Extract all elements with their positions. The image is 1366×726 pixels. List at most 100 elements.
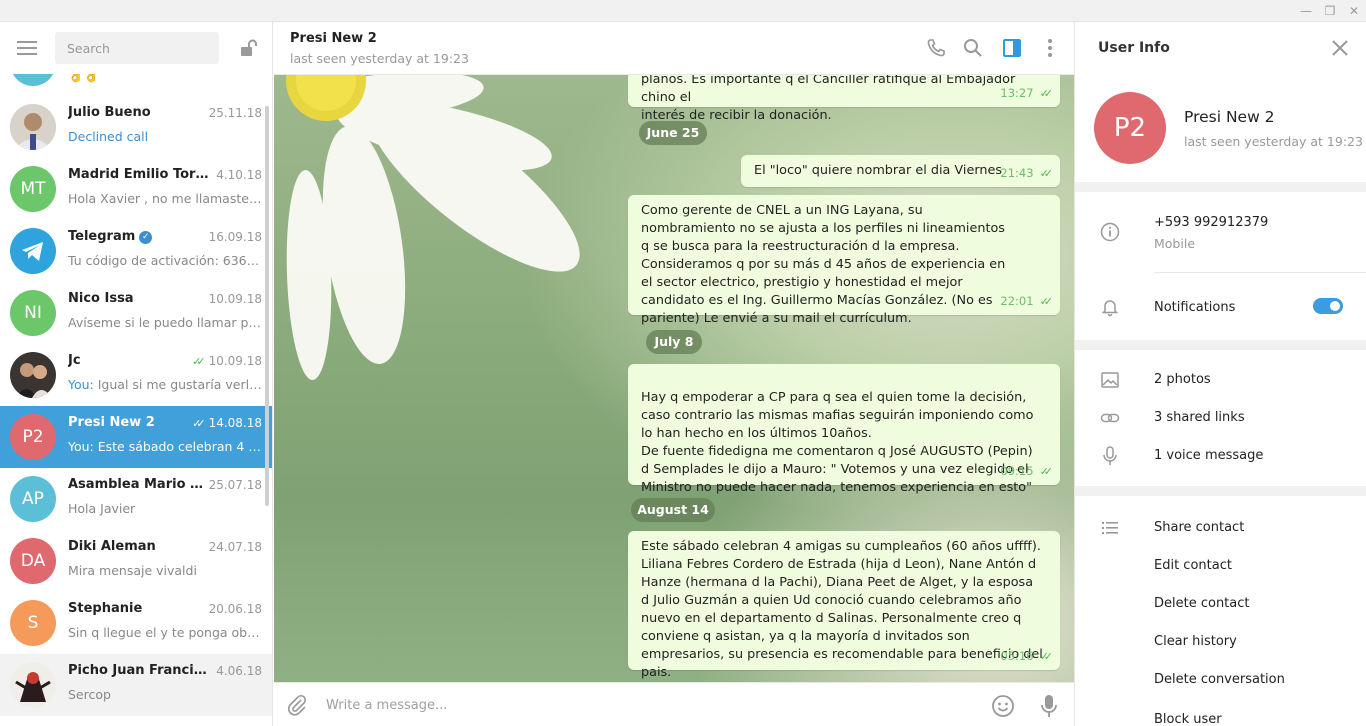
chat-item[interactable]: Picho Juan Francisco 4.06.18 Sercop bbox=[0, 654, 272, 716]
photo-icon bbox=[1101, 372, 1119, 388]
voice-messages-link[interactable]: 1 voice message bbox=[1154, 448, 1263, 463]
read-check-icon: ✓✓ bbox=[192, 417, 206, 430]
profile-avatar[interactable]: P2 bbox=[1094, 92, 1166, 164]
restore-icon[interactable]: ❐ bbox=[1318, 0, 1342, 22]
chat-preview: You: Este sábado celebran 4 a... bbox=[68, 439, 264, 454]
link-icon bbox=[1100, 413, 1120, 423]
window-titlebar: — ❐ ✕ bbox=[0, 0, 1366, 22]
chat-name: Telegram ✓ bbox=[68, 229, 153, 244]
info-panel-title: User Info bbox=[1098, 40, 1170, 56]
profile-status: last seen yesterday at 19:23 bbox=[1184, 134, 1363, 149]
message-input[interactable] bbox=[326, 693, 966, 717]
notifications-toggle[interactable] bbox=[1313, 298, 1343, 314]
more-vertical-icon[interactable] bbox=[1039, 37, 1061, 59]
chat-name: Presi New 2 bbox=[68, 415, 155, 430]
bell-icon bbox=[1101, 300, 1119, 317]
chat-name: Stephanie bbox=[68, 601, 143, 616]
delete-conversation-button[interactable]: Delete conversation bbox=[1154, 672, 1285, 687]
attach-icon[interactable] bbox=[286, 694, 308, 716]
read-check-icon: ✓✓ bbox=[1039, 87, 1054, 100]
chat-preview: Hola Xavier , no me llamaste y ... bbox=[68, 191, 264, 206]
avatar: AP bbox=[10, 476, 56, 522]
shared-links-link[interactable]: 3 shared links bbox=[1154, 410, 1245, 425]
unlock-icon[interactable] bbox=[238, 38, 258, 58]
menu-icon[interactable] bbox=[17, 41, 37, 55]
chat-preview: 👌👌 bbox=[68, 74, 100, 83]
delete-contact-button[interactable]: Delete contact bbox=[1154, 596, 1250, 611]
message-bubble[interactable]: planos. Es importante q el Canciller rat… bbox=[628, 75, 1060, 123]
chat-name: Madrid Emilio Torres bbox=[68, 167, 210, 182]
read-check-icon: ✓✓ bbox=[192, 355, 206, 368]
microphone-icon[interactable] bbox=[1038, 693, 1060, 719]
message-bubble[interactable]: El "loco" quiere nombrar el dia Viernes … bbox=[741, 155, 1060, 187]
avatar bbox=[10, 662, 56, 708]
divider bbox=[1154, 272, 1366, 273]
chat-item[interactable]: NI Nico Issa 10.09.18 Avíseme si le pued… bbox=[0, 282, 272, 344]
notifications-label: Notifications bbox=[1154, 300, 1236, 315]
photos-link[interactable]: 2 photos bbox=[1154, 372, 1211, 387]
chat-preview: Mira mensaje vivaldi bbox=[68, 563, 197, 578]
block-user-button[interactable]: Block user bbox=[1154, 712, 1222, 726]
chat-name: Jc bbox=[68, 353, 81, 368]
sidebar-scrollbar[interactable] bbox=[265, 106, 269, 506]
message-bubble[interactable]: Como gerente de CNEL a un ING Layana, su… bbox=[628, 195, 1060, 326]
chat-item[interactable]: Julio Bueno 25.11.18 Declined call bbox=[0, 96, 272, 158]
phone-icon[interactable] bbox=[925, 37, 947, 59]
read-check-icon: ✓✓ bbox=[1039, 465, 1054, 478]
close-icon[interactable] bbox=[1331, 39, 1349, 57]
avatar: S bbox=[10, 600, 56, 646]
search-input[interactable] bbox=[55, 32, 219, 64]
chat-status: last seen yesterday at 19:23 bbox=[290, 51, 469, 66]
message-bubble[interactable]: Hay q empoderar a CP para q sea el quien… bbox=[628, 364, 1060, 495]
avatar: MT bbox=[10, 166, 56, 212]
chat-item[interactable]: Jc ✓✓ 10.09.18 You: Igual si me gustaría … bbox=[0, 344, 272, 406]
date-divider: August 14 bbox=[631, 498, 715, 522]
chat-preview: Declined call bbox=[68, 129, 149, 144]
telegram-logo-icon bbox=[10, 228, 56, 274]
message-time: 05:16 ✓✓ bbox=[1000, 647, 1054, 666]
read-check-icon: ✓✓ bbox=[1039, 295, 1054, 308]
close-window-icon[interactable]: ✕ bbox=[1342, 0, 1366, 22]
chat-item[interactable]: S Stephanie 20.06.18 Sin q llegue el y t… bbox=[0, 592, 272, 654]
chat-date: 4.10.18 bbox=[216, 168, 262, 182]
emoji-icon[interactable] bbox=[991, 694, 1015, 718]
edit-contact-button[interactable]: Edit contact bbox=[1154, 558, 1232, 573]
avatar bbox=[10, 104, 56, 150]
chat-preview: Hola Javier bbox=[68, 501, 136, 516]
chat-date: 20.06.18 bbox=[208, 602, 262, 616]
message-area: planos. Es importante q el Canciller rat… bbox=[274, 75, 1074, 682]
share-contact-button[interactable]: Share contact bbox=[1154, 520, 1244, 535]
chat-name: Picho Juan Francisco bbox=[68, 663, 210, 678]
info-profile-section: User Info P2 Presi New 2 last seen yeste… bbox=[1075, 22, 1366, 182]
minimize-icon[interactable]: — bbox=[1294, 0, 1318, 22]
phone-number[interactable]: +593 992912379 bbox=[1154, 215, 1268, 230]
chat-list: AP 👌👌 Julio Bueno 25.11.18 Declined call… bbox=[0, 74, 272, 726]
chat-preview: Avíseme si le puedo llamar por ... bbox=[68, 315, 264, 330]
avatar: AP bbox=[10, 74, 56, 86]
chat-preview: Sercop bbox=[68, 687, 111, 702]
clear-history-button[interactable]: Clear history bbox=[1154, 634, 1237, 649]
chat-item[interactable]: DA Diki Aleman 24.07.18 Mira mensaje viv… bbox=[0, 530, 272, 592]
list-icon bbox=[1102, 522, 1118, 534]
chat-item[interactable]: Telegram ✓ 16.09.18 Tu código de activaci… bbox=[0, 220, 272, 282]
chat-item-active[interactable]: P2 Presi New 2 ✓✓ 14.08.18 You: Este sába… bbox=[0, 406, 272, 468]
read-check-icon: ✓✓ bbox=[1039, 650, 1054, 663]
message-bubble[interactable]: Este sábado celebran 4 amigas su cumplea… bbox=[628, 531, 1060, 680]
avatar bbox=[10, 352, 56, 398]
search-icon[interactable] bbox=[962, 37, 984, 59]
chat-item[interactable]: MT Madrid Emilio Torres 4.10.18 Hola Xav… bbox=[0, 158, 272, 220]
message-text: planos. Es importante q el Canciller rat… bbox=[641, 75, 1016, 105]
chat-name: Julio Bueno bbox=[68, 105, 151, 120]
chat-item[interactable]: AP 👌👌 bbox=[0, 74, 272, 94]
avatar: DA bbox=[10, 538, 56, 584]
chat-sidebar: AP 👌👌 Julio Bueno 25.11.18 Declined call… bbox=[0, 22, 273, 726]
info-actions-section: Share contact Edit contact Delete contac… bbox=[1075, 496, 1366, 726]
chat-item[interactable]: AP Asamblea Mario Paz... 25.07.18 Hola J… bbox=[0, 468, 272, 530]
phone-label: Mobile bbox=[1154, 236, 1196, 251]
chat-title[interactable]: Presi New 2 bbox=[290, 31, 377, 46]
sidebar-toggle-icon[interactable] bbox=[1001, 37, 1023, 59]
message-time: 22:01 ✓✓ bbox=[1000, 292, 1054, 311]
chat-date: 24.07.18 bbox=[208, 540, 262, 554]
chat-name: Nico Issa bbox=[68, 291, 134, 306]
message-text: Hay q empoderar a CP para q sea el quien… bbox=[641, 390, 1034, 495]
